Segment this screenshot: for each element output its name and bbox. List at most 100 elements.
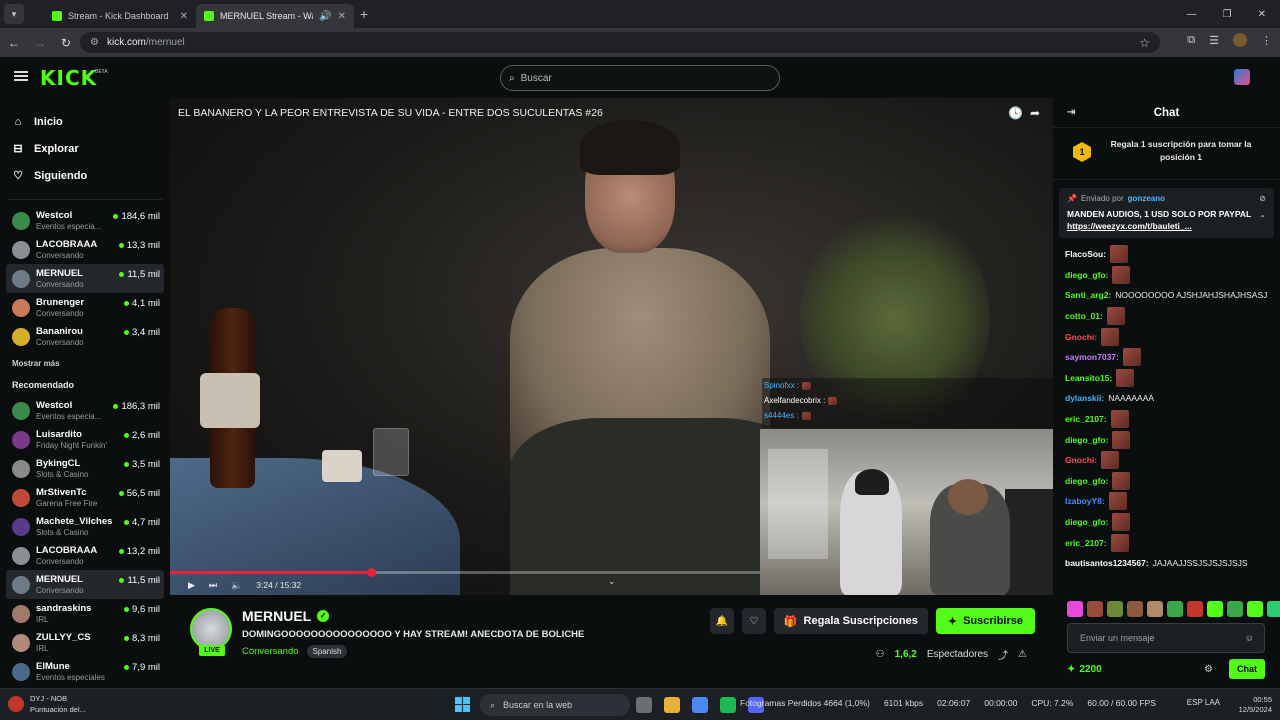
gear-icon[interactable]: ⚙ [1204,664,1213,675]
emote-icon[interactable] [1067,601,1083,617]
chat-username[interactable]: eric_2107: [1065,412,1107,426]
subscribe-button[interactable]: ✦ Suscribirse [935,608,1035,634]
video-player[interactable]: EL BANANERO Y LA PEOR ENTREVISTA DE SU V… [170,98,1053,595]
back-icon[interactable]: ← [2,36,26,50]
emote-icon[interactable] [1267,601,1280,617]
chat-username[interactable]: diego_gfo: [1065,268,1108,282]
share-icon[interactable]: ➦ [1030,106,1040,120]
chat-username[interactable]: saymon7037: [1065,350,1119,364]
hamburger-menu-icon[interactable] [14,71,28,81]
streamer-avatar[interactable] [190,608,232,650]
emote-icon[interactable] [1087,601,1103,617]
restore-icon[interactable]: ❐ [1223,9,1232,20]
site-info-icon[interactable]: ⚙ [90,37,99,48]
task-view-icon[interactable] [636,697,652,713]
sidebar-channel[interactable]: sandraskins IRL 9,6 mil [6,599,164,628]
minimize-icon[interactable]: — [1187,9,1197,20]
close-tab-icon[interactable]: ✕ [338,11,346,22]
new-tab-button[interactable]: + [360,6,368,22]
language-indicator[interactable]: ESP LAA [1187,698,1220,707]
emote-icon[interactable] [1187,601,1203,617]
chat-username[interactable]: IzaboyY8: [1065,494,1105,508]
streamer-name[interactable]: MERNUEL [242,608,311,624]
browser-tab-mernuel[interactable]: MERNUEL Stream - Watch L 🔊 ✕ [196,4,354,28]
play-icon[interactable]: ▶ [188,580,195,591]
next-icon[interactable]: ⏭ [209,580,217,591]
browser-menu-icon[interactable]: ⋮ [1261,34,1272,47]
emote-icon[interactable] [1107,601,1123,617]
chat-username[interactable]: diego_gfo: [1065,433,1108,447]
close-window-icon[interactable]: ✕ [1258,9,1266,20]
notifications-button[interactable]: 🔔 [709,608,734,634]
follow-button[interactable]: ♡ [741,608,766,634]
sidebar-channel[interactable]: Westcol Eventos especia... 186,3 mil [6,396,164,425]
sidebar-channel[interactable]: ZULLYY_CS IRL 8,3 mil [6,628,164,657]
chat-input[interactable]: Enviar un mensaje ☺ [1067,623,1265,653]
report-icon[interactable]: ⚠ [1018,649,1027,660]
reading-list-icon[interactable]: ☰ [1209,34,1219,47]
taskbar-widget[interactable]: DYJ - NOB Puntuación del... [8,693,86,715]
chevron-down-icon[interactable]: ⌄ [608,576,616,587]
emote-icon[interactable] [1127,601,1143,617]
chat-username[interactable]: dylanskii: [1065,391,1104,405]
gift-subs-button[interactable]: 🎁 Regala Suscripciones [773,608,928,634]
windows-start-icon[interactable] [455,697,470,712]
bookmark-star-icon[interactable]: ☆ [1139,36,1150,50]
chrome-icon[interactable] [692,697,708,713]
chat-username[interactable]: Gnochi: [1065,453,1097,467]
chevron-up-icon[interactable]: ⌃ [1259,214,1266,223]
emote-icon[interactable] [1167,601,1183,617]
reload-icon[interactable]: ↻ [54,36,78,50]
chat-username[interactable]: diego_gfo: [1065,474,1108,488]
show-more-link[interactable]: Mostrar más [0,351,170,374]
channel-points[interactable]: ✦ 2200 [1067,664,1102,675]
kick-logo[interactable]: KICK [40,66,97,90]
emoji-icon[interactable]: ☺ [1245,633,1254,643]
sidebar-channel[interactable]: ElMune Eventos especiales 7,9 mil [6,657,164,686]
stream-category[interactable]: Conversando [242,646,299,657]
close-tab-icon[interactable]: ✕ [180,11,188,22]
user-avatar[interactable] [1234,69,1250,85]
taskbar-clock[interactable]: 00:55 12/5/2024 [1239,695,1272,715]
sidebar-channel[interactable]: LACOBRAAA Conversando 13,3 mil [6,235,164,264]
chat-username[interactable]: Santi_arg2: [1065,288,1111,302]
sidebar-channel[interactable]: MERNUEL Conversando 11,5 mil [6,570,164,599]
address-bar[interactable]: ⚙ kick.com/mernuel ☆ [80,32,1160,53]
sidebar-channel[interactable]: MERNUEL Conversando 11,5 mil [6,264,164,293]
nav-item-inicio[interactable]: ⌂ Inicio [12,108,170,135]
chat-username[interactable]: diego_gfo: [1065,515,1108,529]
speaker-icon[interactable]: 🔊 [319,11,331,22]
pinned-link[interactable]: https://weezyx.com/t/bauleti_... [1067,221,1192,231]
file-explorer-icon[interactable] [664,697,680,713]
spotify-icon[interactable] [720,697,736,713]
chat-username[interactable]: FlacoSou: [1065,247,1106,261]
profile-avatar[interactable] [1233,33,1247,47]
nav-item-siguiendo[interactable]: ♡ Siguiendo [12,162,170,189]
taskbar-search[interactable]: ⌕ Buscar en la web [480,694,630,716]
forward-icon[interactable]: → [28,36,52,50]
sidebar-channel[interactable]: Machete_Vilches Slots & Casino 4,7 mil [6,512,164,541]
emote-icon[interactable] [1227,601,1243,617]
extensions-icon[interactable]: ⧉ [1187,34,1195,47]
emote-icon[interactable] [1247,601,1263,617]
chat-username[interactable]: Leansito15: [1065,371,1112,385]
emote-icon[interactable] [1207,601,1223,617]
progress-bar[interactable] [170,568,760,577]
chat-username[interactable]: eric_2107: [1065,536,1107,550]
clock-icon[interactable]: 🕓 [1008,106,1023,120]
chat-username[interactable]: Gnochi: [1065,330,1097,344]
tab-search-icon[interactable]: ▾ [4,4,24,24]
sidebar-channel[interactable]: Westcol Eventos especia... 184,6 mil [6,206,164,235]
emote-icon[interactable] [1147,601,1163,617]
chat-username[interactable]: cotto_01: [1065,309,1103,323]
sidebar-channel[interactable]: LACOBRAAA Conversando 13,2 mil [6,541,164,570]
sidebar-channel[interactable]: Bananirou Conversando 3,4 mil [6,322,164,351]
nav-item-explorar[interactable]: ⊟ Explorar [12,135,170,162]
pinned-user[interactable]: gonzeano [1128,194,1165,203]
volume-icon[interactable]: 🔈 [231,580,242,591]
sidebar-channel[interactable]: Luisardito Friday Night Funkin' 2,6 mil [6,425,164,454]
chat-username[interactable]: bautisantos1234567: [1065,556,1149,570]
language-tag[interactable]: Spanish [306,645,348,658]
sidebar-channel[interactable]: MrStivenTc Garena Free Fire 56,5 mil [6,483,164,512]
sidebar-channel[interactable]: BykingCL Slots & Casino 3,5 mil [6,454,164,483]
